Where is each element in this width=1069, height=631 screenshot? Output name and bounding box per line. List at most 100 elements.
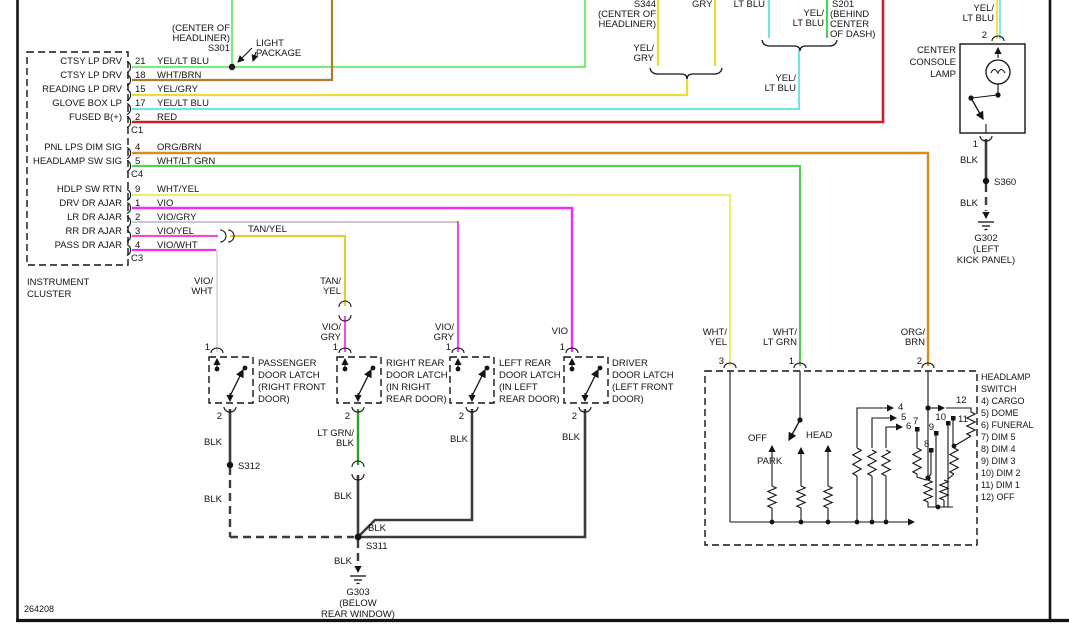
latch-name: REAR DOOR) <box>386 394 447 405</box>
pin-number: 3 <box>135 226 140 237</box>
console-lamp-title: CENTER <box>917 45 956 56</box>
latch-switch-icon <box>570 359 603 401</box>
pin-label: PASS DR AJAR <box>55 240 123 251</box>
wire-name: WHT/BRN <box>157 70 201 81</box>
switch-legend: 7) DIM 5 <box>981 432 1016 442</box>
gry-label: GRY <box>692 0 713 10</box>
feed-wire-label: GRY <box>321 332 342 343</box>
s344-label: HEADLINER) <box>598 19 656 30</box>
blk-label: BLK <box>960 155 979 166</box>
right-rear-door-latch: 1 RIGHT REAR DOOR LATCH (IN RIGHT REAR D… <box>317 342 447 502</box>
pin-label: LR DR AJAR <box>67 212 122 223</box>
lamp-switch-icon <box>968 95 997 133</box>
latch-name: RIGHT REAR <box>386 358 445 369</box>
lamp-icon <box>986 48 1010 98</box>
switch-legend: 9) DIM 3 <box>981 456 1016 466</box>
instrument-cluster: CTSY LP DRV CTSY LP DRV READING LP DRV G… <box>27 52 215 300</box>
ground-g303-label: (BELOW <box>339 598 377 609</box>
s201-wire-label: LT BLU <box>793 18 824 29</box>
instrument-cluster-title: INSTRUMENT <box>27 277 89 288</box>
ground-g303-label: G303 <box>346 587 369 598</box>
merged-wire-label: LT BLU <box>765 83 796 94</box>
switch-pin1: 1 <box>789 356 794 367</box>
latch-switch-icon <box>215 359 248 401</box>
switch-wire3-label: YEL <box>709 337 727 348</box>
switch-position-head: HEAD <box>806 430 833 441</box>
latch-name: DOOR) <box>612 394 644 405</box>
contact-11: 11 <box>958 414 968 425</box>
pin-number: 2 <box>135 112 140 123</box>
lt-grn-blk-label: BLK <box>336 438 355 449</box>
door-latches: VIO/ WHT TAN/ YEL VIO/ GRY VIO/ GRY VIO … <box>191 276 673 502</box>
feed-wire-label: GRY <box>434 332 455 343</box>
wiring-diagram-page: 264208 <box>0 0 1069 631</box>
latch-name: DOOR) <box>258 394 290 405</box>
pin-label: GLOVE BOX LP <box>52 98 122 109</box>
pin-label: READING LP DRV <box>42 84 123 95</box>
contact-10: 10 <box>935 412 946 423</box>
connector-id-c3: C3 <box>131 253 143 264</box>
latch-name: PASSENGER <box>258 358 317 369</box>
wire-blk-latch3 <box>359 409 472 536</box>
diagram-id: 264208 <box>24 604 54 614</box>
pin-label: CTSY LP DRV <box>60 56 122 67</box>
wire-name: WHT/LT GRN <box>157 156 215 167</box>
latch-name: DOOR LATCH <box>612 370 674 381</box>
pin-label: FUSED B(+) <box>69 112 122 123</box>
contact-6: 6 <box>906 421 911 432</box>
ground-icon-g302 <box>978 212 994 230</box>
latch-pin1: 1 <box>205 342 210 353</box>
latch-switch-icon <box>343 359 376 401</box>
wire-name: VIO/GRY <box>157 212 197 223</box>
latch-name: (RIGHT FRONT <box>258 382 326 393</box>
pin-number: 5 <box>135 156 140 167</box>
blk-label: BLK <box>334 491 353 502</box>
pin-number: 1 <box>135 198 140 209</box>
blk-label: BLK <box>960 198 979 209</box>
instrument-cluster-title: CLUSTER <box>27 289 71 300</box>
blk-label: BLK <box>204 494 223 505</box>
wire-wht-yel <box>132 195 730 366</box>
connector-id-c4: C4 <box>131 169 143 180</box>
wire-name: ORG/BRN <box>157 142 201 153</box>
pin-number: 15 <box>135 84 146 95</box>
contact-9: 9 <box>929 422 934 433</box>
wiring-diagram: 264208 <box>0 0 1069 631</box>
splice-s311-label: S311 <box>366 541 387 552</box>
left-rear-door-latch: 1 LEFT REAR DOOR LATCH (IN LEFT REAR DOO… <box>446 342 561 445</box>
blk-label: BLK <box>562 432 581 443</box>
latch-pin2: 2 <box>217 411 222 422</box>
contact-7: 7 <box>913 416 918 427</box>
switch-legend: 6) FUNERAL <box>981 420 1034 430</box>
blk-label: BLK <box>450 434 469 445</box>
latch-name: DOOR LATCH <box>386 370 448 381</box>
latch-pin2: 2 <box>345 411 350 422</box>
switch-legend: 11) DIM 1 <box>981 480 1020 490</box>
wire-name: YEL/GRY <box>157 84 199 95</box>
wire-name: YEL/LT BLU <box>157 98 209 109</box>
switch-legend: SWITCH <box>981 384 1017 394</box>
switch-legend: 5) DOME <box>981 408 1019 418</box>
splice-s360-dot <box>983 178 989 184</box>
wire-red <box>132 0 883 122</box>
switch-position-park: PARK <box>757 456 783 467</box>
feed-wire-label: YEL <box>323 286 341 297</box>
switch-position-off: OFF <box>748 433 767 444</box>
switch-internals: OFF PARK HEAD 4 5 6 7 <box>730 371 975 524</box>
lt-blu-label: LT BLU <box>734 0 765 10</box>
console-wire-label: LT BLU <box>963 13 994 24</box>
splice-s301-dot <box>229 64 235 70</box>
console-pin-top: 2 <box>982 30 987 41</box>
headlamp-switch: WHT/ YEL WHT/ LT GRN ORG/ BRN 3 1 2 HEAD… <box>703 327 1034 545</box>
pin-label: CTSY LP DRV <box>60 70 122 81</box>
pin-number: 2 <box>135 212 140 223</box>
wire-name: RED <box>157 112 177 123</box>
pin-number: 18 <box>135 70 146 81</box>
passenger-door-latch: 1 PASSENGER DOOR LATCH (RIGHT FRONT DOOR… <box>204 342 326 448</box>
ground-icon-g303 <box>350 566 366 584</box>
tan-yel-label: TAN/YEL <box>248 224 287 235</box>
ground-g302-label: G302 <box>974 233 997 244</box>
latch-pin2: 2 <box>572 411 577 422</box>
console-pin-bottom: 1 <box>973 139 978 150</box>
wire-org-brn <box>132 153 928 366</box>
